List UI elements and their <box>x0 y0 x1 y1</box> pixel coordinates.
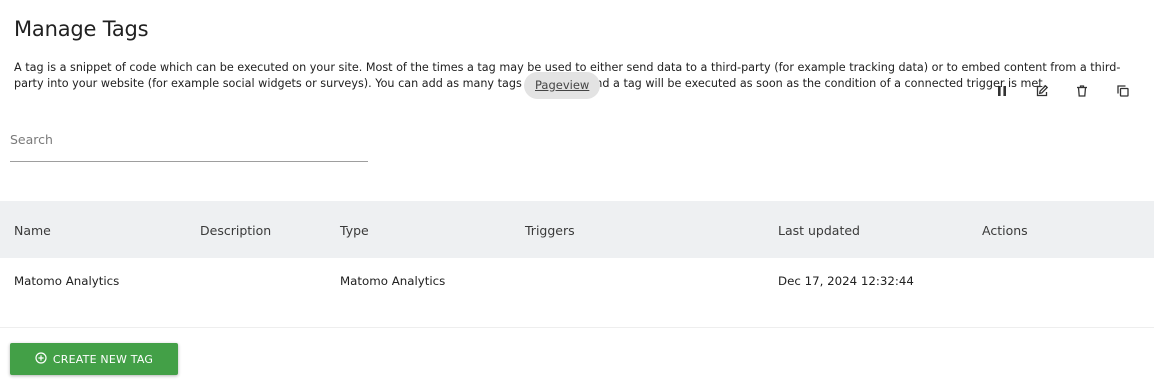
create-new-tag-button[interactable]: CREATE NEW TAG <box>10 343 178 375</box>
tags-table: Name Description Type Triggers Last upda… <box>0 201 1154 328</box>
delete-icon[interactable] <box>1075 84 1089 98</box>
search-input[interactable] <box>10 124 368 154</box>
search-field[interactable] <box>10 124 368 162</box>
table-row: Matomo Analytics Matomo Analytics Dec 17… <box>0 258 1154 328</box>
tag-type: Matomo Analytics <box>340 274 446 288</box>
copy-icon[interactable] <box>1116 84 1130 98</box>
edit-icon[interactable] <box>1035 84 1049 98</box>
trigger-pill-pageview[interactable]: Pageview <box>524 72 601 99</box>
column-header-description[interactable]: Description <box>200 223 271 238</box>
pause-icon[interactable] <box>995 84 1009 98</box>
table-header: Name Description Type Triggers Last upda… <box>0 201 1154 258</box>
add-circle-icon <box>35 351 47 367</box>
column-header-name[interactable]: Name <box>14 223 51 238</box>
column-header-last-updated[interactable]: Last updated <box>778 223 860 238</box>
page-title: Manage Tags <box>14 17 149 41</box>
column-header-triggers[interactable]: Triggers <box>525 223 575 238</box>
column-header-type[interactable]: Type <box>340 223 369 238</box>
column-header-actions: Actions <box>982 223 1028 238</box>
create-new-tag-label: CREATE NEW TAG <box>52 352 154 366</box>
tag-name: Matomo Analytics <box>14 274 120 288</box>
tag-last-updated: Dec 17, 2024 12:32:44 <box>778 274 914 288</box>
